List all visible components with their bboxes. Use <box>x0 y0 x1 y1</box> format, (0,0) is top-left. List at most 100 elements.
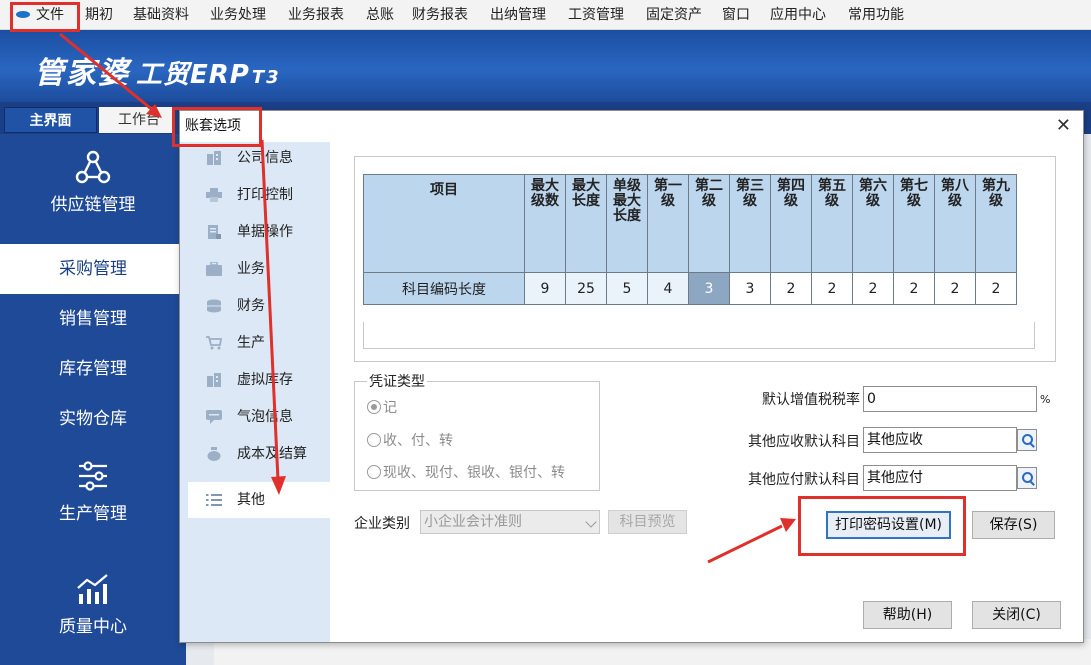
save-button[interactable]: 保存(S) <box>972 511 1055 539</box>
menu-fixed-assets[interactable]: 固定资产 <box>646 0 702 30</box>
building-icon <box>207 151 221 165</box>
grid-header: 第五级 <box>811 174 853 273</box>
grid-empty-area <box>363 322 1035 349</box>
grid-cell: 5 <box>606 272 648 305</box>
voucher-radio-five[interactable]: 现收、现付、银收、银付、转 <box>367 462 565 482</box>
payable-account-input[interactable]: 其他应付 <box>863 465 1017 491</box>
grid-header-row: 项目 最大级数 最大长度 单级最大长度 第一级 第二级 第三级 第四级 第五级 … <box>363 174 1017 273</box>
grid-cell-current[interactable]: 3 <box>688 272 730 305</box>
grid-cell[interactable]: 3 <box>729 272 771 305</box>
cart-icon <box>206 336 222 350</box>
grid-cell[interactable]: 4 <box>647 272 689 305</box>
menu-window[interactable]: 窗口 <box>722 0 750 30</box>
sidebar-item-purchase[interactable]: 采购管理 <box>0 244 186 294</box>
menu-bar: 文件 期初 基础资料 业务处理 业务报表 总账 财务报表 出纳管理 工资管理 固… <box>0 0 1091 30</box>
sidebar-item-sales[interactable]: 销售管理 <box>0 294 186 344</box>
enterprise-type-label: 企业类别 <box>354 516 410 532</box>
grid-header: 第九级 <box>975 174 1017 273</box>
briefcase-icon <box>206 262 222 276</box>
grid-cell[interactable]: 2 <box>770 272 812 305</box>
tab-main[interactable]: 主界面 <box>4 107 97 133</box>
grid-row-label: 科目编码长度 <box>363 272 525 305</box>
sidebar-item-quality[interactable]: 质量中心 <box>0 572 186 652</box>
menu-opening[interactable]: 期初 <box>85 0 113 30</box>
printer-icon <box>206 188 222 202</box>
grid-header: 最大级数 <box>524 174 566 273</box>
dialog-title: 账套选项 <box>180 111 1083 142</box>
menu-payroll[interactable]: 工资管理 <box>568 0 624 30</box>
sidebar-item-supply-chain[interactable]: 供应链管理 <box>0 150 186 230</box>
grid-header: 第七级 <box>893 174 935 273</box>
nav-item-cost-settlement[interactable]: 成本及结算 <box>188 438 330 470</box>
radio-selected-icon <box>367 400 381 414</box>
voucher-radio-single[interactable]: 记 <box>367 397 397 417</box>
building-icon <box>207 373 221 387</box>
search-icon[interactable] <box>1017 467 1037 489</box>
menu-cashier[interactable]: 出纳管理 <box>490 0 546 30</box>
voucher-radio-three[interactable]: 收、付、转 <box>367 430 453 450</box>
sidebar: 供应链管理 采购管理 销售管理 库存管理 实物仓库 生产管理 质量中心 <box>0 134 186 665</box>
grid-header: 最大长度 <box>565 174 607 273</box>
grid-cell: 25 <box>565 272 607 305</box>
nav-item-production[interactable]: 生产 <box>188 327 330 359</box>
nav-item-bubble-info[interactable]: 气泡信息 <box>188 401 330 433</box>
receivable-account-input[interactable]: 其他应收 <box>863 427 1017 453</box>
enterprise-type-select[interactable]: 小企业会计准则 <box>420 510 600 534</box>
sidebar-item-production[interactable]: 生产管理 <box>0 459 186 539</box>
nav-item-document-ops[interactable]: 单据操作 <box>188 216 330 248</box>
nav-item-company-info[interactable]: 公司信息 <box>188 142 330 174</box>
account-options-dialog: 账套选项 ✕ 公司信息 打印控制 单据操作 业务 财务 生产 虚拟库存 气泡信息… <box>179 110 1084 643</box>
voucher-type-group: 凭证类型 记 收、付、转 现收、现付、银收、银付、转 <box>354 371 600 491</box>
close-icon[interactable]: ✕ <box>1056 115 1071 137</box>
percent-unit: % <box>1040 393 1051 406</box>
menu-general-ledger[interactable]: 总账 <box>366 0 394 30</box>
grid-cell[interactable]: 2 <box>811 272 853 305</box>
nav-item-finance[interactable]: 财务 <box>188 290 330 322</box>
grid-cell[interactable]: 2 <box>975 272 1017 305</box>
grid-cell[interactable]: 2 <box>852 272 894 305</box>
nav-item-print-control[interactable]: 打印控制 <box>188 179 330 211</box>
database-icon <box>207 299 221 313</box>
menu-business[interactable]: 业务处理 <box>210 0 266 30</box>
voucher-type-label: 凭证类型 <box>367 371 427 391</box>
search-icon[interactable] <box>1017 429 1037 451</box>
close-button[interactable]: 关闭(C) <box>972 601 1061 629</box>
payable-account-label: 其他应付默认科目 <box>748 472 860 488</box>
document-icon <box>208 225 221 239</box>
nav-item-other[interactable]: 其他 <box>188 482 330 518</box>
menu-financial-reports[interactable]: 财务报表 <box>412 0 468 30</box>
grid-cell[interactable]: 2 <box>934 272 976 305</box>
menu-favorites[interactable]: 常用功能 <box>848 0 904 30</box>
grid-header: 项目 <box>363 174 525 273</box>
vat-rate-label: 默认增值税税率 <box>762 392 860 408</box>
print-password-button[interactable]: 打印密码设置(M) <box>826 511 951 539</box>
receivable-account-label: 其他应收默认科目 <box>748 434 860 450</box>
menu-app-center[interactable]: 应用中心 <box>770 0 826 30</box>
list-icon <box>206 494 222 506</box>
nav-item-virtual-stock[interactable]: 虚拟库存 <box>188 364 330 396</box>
menu-basic-data[interactable]: 基础资料 <box>133 0 189 30</box>
app-icon <box>16 11 30 18</box>
code-length-grid: 项目 最大级数 最大长度 单级最大长度 第一级 第二级 第三级 第四级 第五级 … <box>363 174 1017 305</box>
menu-file[interactable]: 文件 <box>16 0 64 30</box>
sliders-icon <box>79 461 107 491</box>
account-preview-button[interactable]: 科目预览 <box>608 510 687 534</box>
code-length-grid-panel: 项目 最大级数 最大长度 单级最大长度 第一级 第二级 第三级 第四级 第五级 … <box>354 156 1056 362</box>
grid-cell[interactable]: 2 <box>893 272 935 305</box>
sidebar-label: 质量中心 <box>59 617 127 637</box>
sidebar-label: 供应链管理 <box>50 195 136 215</box>
chevron-down-icon <box>585 516 597 528</box>
vat-rate-input[interactable]: 0 <box>863 386 1037 412</box>
radio-icon <box>367 465 381 479</box>
sidebar-item-warehouse[interactable]: 实物仓库 <box>0 394 186 444</box>
help-button[interactable]: 帮助(H) <box>863 601 952 629</box>
sidebar-item-inventory[interactable]: 库存管理 <box>0 344 186 394</box>
grid-header: 单级最大长度 <box>606 174 648 273</box>
menu-business-reports[interactable]: 业务报表 <box>288 0 344 30</box>
app-logo: 管家婆 工贸ERP T3 <box>34 56 281 91</box>
tab-workbench[interactable]: 工作台 <box>99 107 175 133</box>
grid-header: 第三级 <box>729 174 771 273</box>
sidebar-label: 生产管理 <box>59 504 127 524</box>
nav-item-business[interactable]: 业务 <box>188 253 330 285</box>
grid-header: 第一级 <box>647 174 689 273</box>
